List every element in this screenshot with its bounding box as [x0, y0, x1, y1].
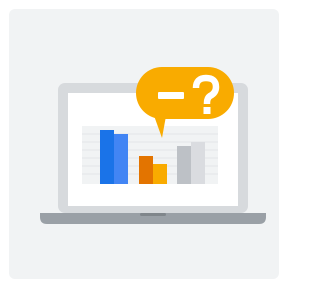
bar-blue-dark — [100, 130, 114, 184]
bar-gray-light — [191, 142, 205, 184]
laptop-notch — [140, 213, 166, 216]
bar-blue-light — [114, 134, 128, 184]
laptop-chart-illustration — [40, 67, 266, 224]
bar-gray-dark — [177, 146, 191, 184]
bar-orange-light — [153, 164, 167, 184]
minus-icon — [158, 92, 184, 99]
bar-orange-dark — [139, 156, 153, 184]
